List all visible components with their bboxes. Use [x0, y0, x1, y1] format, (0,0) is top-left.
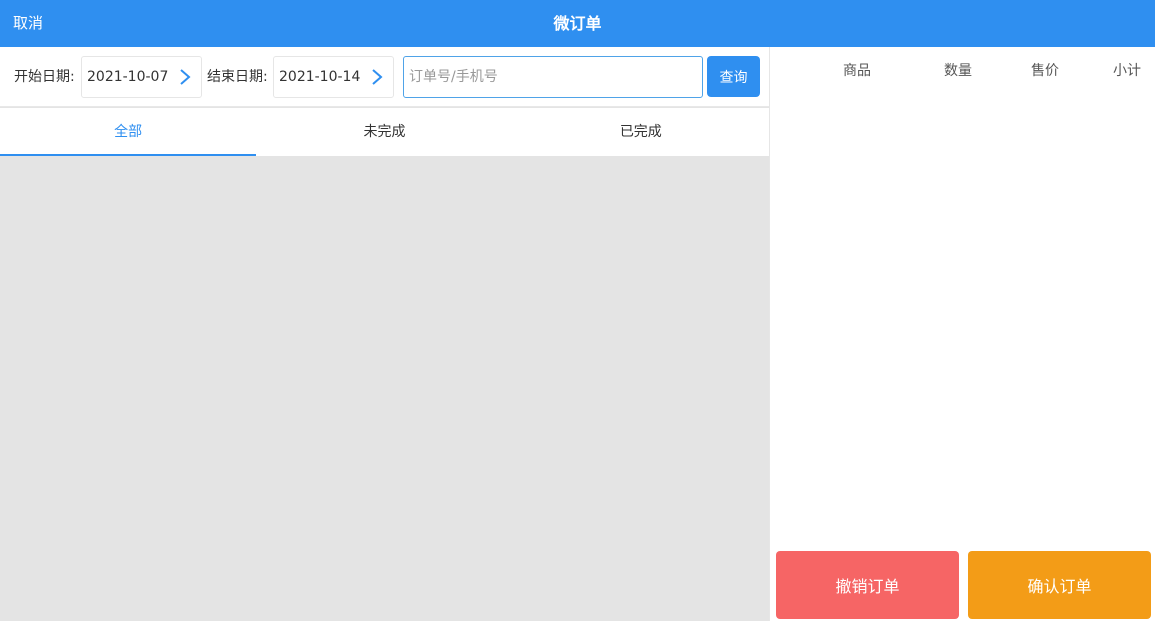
tab-incomplete[interactable]: 未完成: [256, 108, 512, 156]
cancel-button[interactable]: 取消: [13, 0, 43, 47]
query-button[interactable]: 查询: [707, 56, 760, 97]
start-date-label: 开始日期:: [14, 69, 75, 85]
start-date-picker[interactable]: 2021-10-07: [81, 56, 202, 98]
end-date-picker[interactable]: 2021-10-14: [273, 56, 394, 98]
tab-all[interactable]: 全部: [0, 108, 257, 156]
order-search-input[interactable]: [403, 56, 703, 98]
order-detail-panel: 商品 数量 售价 小计 撤销订单 确认订单: [769, 47, 1155, 621]
column-product: 商品: [843, 63, 871, 79]
detail-table-header: 商品 数量 售价 小计: [770, 47, 1155, 95]
status-tabs: 全部 未完成 已完成: [0, 108, 769, 156]
revoke-order-button[interactable]: 撤销订单: [776, 551, 959, 619]
end-date-value: 2021-10-14: [279, 69, 361, 85]
start-date-value: 2021-10-07: [87, 69, 169, 85]
confirm-order-button[interactable]: 确认订单: [968, 551, 1151, 619]
chevron-right-icon: [180, 69, 191, 85]
page-title: 微订单: [553, 14, 602, 33]
column-subtotal: 小计: [1113, 63, 1141, 79]
column-quantity: 数量: [944, 63, 972, 79]
end-date-label: 结束日期:: [207, 69, 268, 85]
chevron-right-icon: [372, 69, 383, 85]
column-price: 售价: [1031, 63, 1059, 79]
top-bar: 取消 微订单: [0, 0, 1155, 47]
filter-bar: 开始日期: 2021-10-07 结束日期: 2021-10-14 查询: [0, 47, 769, 107]
tab-completed[interactable]: 已完成: [513, 108, 769, 156]
order-list-panel: 开始日期: 2021-10-07 结束日期: 2021-10-14 查询 全部 …: [0, 47, 769, 621]
